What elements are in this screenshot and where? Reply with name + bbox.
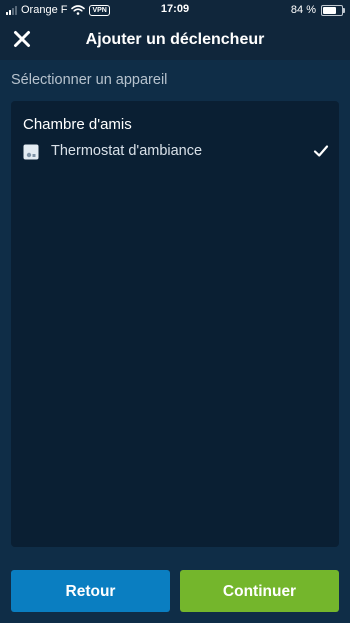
battery-fill	[323, 6, 337, 14]
back-button[interactable]: Retour	[11, 570, 170, 612]
battery-icon	[321, 4, 345, 16]
thermostat-icon	[23, 144, 39, 160]
device-panel: Chambre d'amis Thermostat d'ambiance	[11, 101, 339, 547]
device-label: Thermostat d'ambiance	[51, 143, 203, 159]
room-name: Chambre d'amis	[23, 116, 132, 133]
section-label: Sélectionner un appareil	[11, 72, 168, 88]
continue-button[interactable]: Continuer	[180, 570, 339, 612]
device-row-thermostat[interactable]: Thermostat d'ambiance	[11, 139, 339, 165]
battery-percent: 84 %	[290, 4, 316, 16]
status-bar: Orange F VPN 17:09 84 %	[0, 0, 350, 20]
header: Ajouter un déclencheur	[0, 20, 350, 60]
status-right: 84 %	[290, 3, 345, 17]
check-icon	[313, 145, 329, 157]
page-title: Ajouter un déclencheur	[85, 31, 265, 48]
